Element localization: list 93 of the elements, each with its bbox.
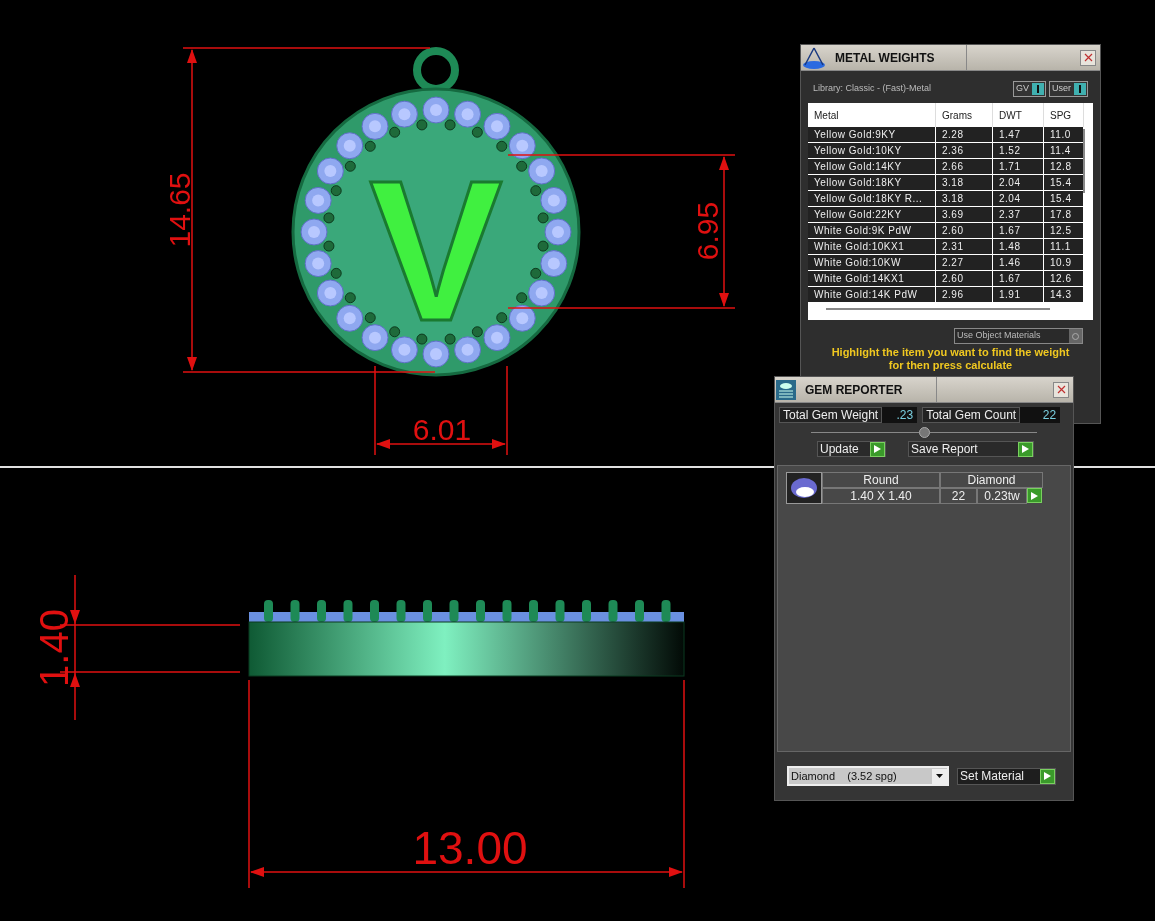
table-row[interactable]: White Gold:10KW 2.27 1.46 10.9 (808, 255, 1084, 271)
table-cell: 12.6 (1044, 271, 1084, 286)
table-cell: 2.04 (993, 191, 1044, 206)
dimension-label: 13.00 (412, 822, 528, 874)
table-row[interactable]: Yellow Gold:9KY 2.28 1.47 11.0 (808, 127, 1084, 143)
table-cell: 1.91 (993, 287, 1044, 302)
table-cell: 14.3 (1044, 287, 1084, 302)
table-row[interactable]: White Gold:10KX1 2.31 1.48 11.1 (808, 239, 1084, 255)
table-cell: 2.66 (936, 159, 993, 174)
table-cell: 3.18 (936, 175, 993, 190)
table-cell: Yellow Gold:9KY (808, 127, 936, 142)
gem-size: 1.40 X 1.40 (822, 488, 940, 504)
table-cell: Yellow Gold:22KY (808, 207, 936, 222)
table-cell: 2.96 (936, 287, 993, 302)
table-cell: 2.37 (993, 207, 1044, 222)
table-row[interactable]: White Gold:14KX1 2.60 1.67 12.6 (808, 271, 1084, 287)
table-cell: Yellow Gold:18KY R... (808, 191, 936, 206)
horizontal-scrollbar[interactable] (826, 308, 1050, 310)
table-cell: Yellow Gold:10KY (808, 143, 936, 158)
table-cell: 1.47 (993, 127, 1044, 142)
table-cell: White Gold:9K PdW (808, 223, 936, 238)
table-cell: 2.36 (936, 143, 993, 158)
action-button[interactable]: Update (817, 441, 886, 457)
toggle-button[interactable]: User (1049, 81, 1088, 97)
gem-count: 22 (940, 488, 977, 504)
table-cell: 2.04 (993, 175, 1044, 190)
table-cell: White Gold:10KX1 (808, 239, 936, 254)
table-cell: Yellow Gold:18KY (808, 175, 936, 190)
window-title: GEM REPORTER (797, 377, 937, 402)
table-cell: 1.48 (993, 239, 1044, 254)
table-cell: 3.18 (936, 191, 993, 206)
collapse-handle[interactable] (918, 426, 930, 438)
hint-text: for then press calculate (888, 359, 1013, 372)
table-row[interactable]: White Gold:9K PdW 2.60 1.67 12.5 (808, 223, 1084, 239)
library-label: Library: Classic - (Fast)-Metal (813, 82, 932, 96)
table-cell: 2.60 (936, 223, 993, 238)
gem-material: Diamond (940, 472, 1043, 488)
table-row[interactable]: Yellow Gold:10KY 2.36 1.52 11.4 (808, 143, 1084, 159)
table-cell: 3.69 (936, 207, 993, 222)
table-cell: 1.52 (993, 143, 1044, 158)
table-cell: 1.71 (993, 159, 1044, 174)
dimension-label: 6.95 (691, 201, 724, 261)
report-icon (775, 378, 797, 401)
play-icon (1027, 488, 1042, 503)
table-cell: 10.9 (1044, 255, 1084, 270)
hint-text: Highlight the item you want to find the weight (831, 346, 1070, 359)
table-cell: 2.60 (936, 271, 993, 286)
table-cell: 17.8 (1044, 207, 1084, 222)
total-value: .23 (882, 407, 918, 423)
table-cell: 2.27 (936, 255, 993, 270)
gem-weight: 0.23tw (977, 488, 1027, 504)
vertical-scrollbar[interactable] (1083, 129, 1085, 193)
close-button[interactable] (1080, 49, 1096, 66)
table-row[interactable]: Yellow Gold:14KY 2.66 1.71 12.8 (808, 159, 1084, 175)
play-icon (1040, 768, 1055, 784)
table-cell: White Gold:14KX1 (808, 271, 936, 286)
gem-thumbnail[interactable] (786, 472, 822, 504)
dimension-label: 14.65 (163, 172, 196, 248)
total-label: Total Gem Weight (779, 407, 883, 423)
action-button[interactable]: Save Report (908, 441, 1034, 457)
close-button[interactable] (1053, 381, 1069, 398)
table-cell: 2.31 (936, 239, 993, 254)
table-cell: 1.46 (993, 255, 1044, 270)
letter-label: V (369, 139, 503, 362)
table-cell: 1.67 (993, 223, 1044, 238)
window-title: METAL WEIGHTS (827, 45, 967, 70)
cone-icon (801, 45, 827, 70)
gem-shape: Round (822, 472, 940, 488)
play-icon (1018, 441, 1033, 457)
close-icon (1083, 53, 1093, 62)
total-value: 22 (1020, 407, 1061, 423)
table-row[interactable]: Yellow Gold:22KY 3.69 2.37 17.8 (808, 207, 1084, 223)
dropdown-icon (932, 768, 947, 784)
use-object-materials-button[interactable]: Use Object Materials (954, 328, 1083, 344)
play-icon (870, 441, 885, 457)
table-cell: White Gold:10KW (808, 255, 936, 270)
material-select[interactable]: Diamond (3.52 spg) (787, 766, 949, 786)
table-cell: 1.67 (993, 271, 1044, 286)
set-material-button[interactable]: Set Material (957, 767, 1056, 785)
total-label: Total Gem Count (922, 407, 1021, 423)
table-row[interactable]: Yellow Gold:18KY R... 3.18 2.04 15.4 (808, 191, 1084, 207)
table-cell: 12.5 (1044, 223, 1084, 238)
gem-icon (790, 477, 818, 499)
toggle-button[interactable]: GV (1012, 81, 1046, 97)
table-cell: Yellow Gold:14KY (808, 159, 936, 174)
table-cell: 11.1 (1044, 239, 1084, 254)
table-cell: 2.28 (936, 127, 993, 142)
close-icon (1056, 385, 1066, 394)
table-row[interactable]: White Gold:14K PdW 2.96 1.91 14.3 (808, 287, 1084, 303)
table-row[interactable]: Yellow Gold:18KY 3.18 2.04 15.4 (808, 175, 1084, 191)
dimension-label: 1.40 (32, 609, 76, 687)
table-cell: White Gold:14K PdW (808, 287, 936, 302)
dimension-label: 6.01 (412, 413, 472, 446)
